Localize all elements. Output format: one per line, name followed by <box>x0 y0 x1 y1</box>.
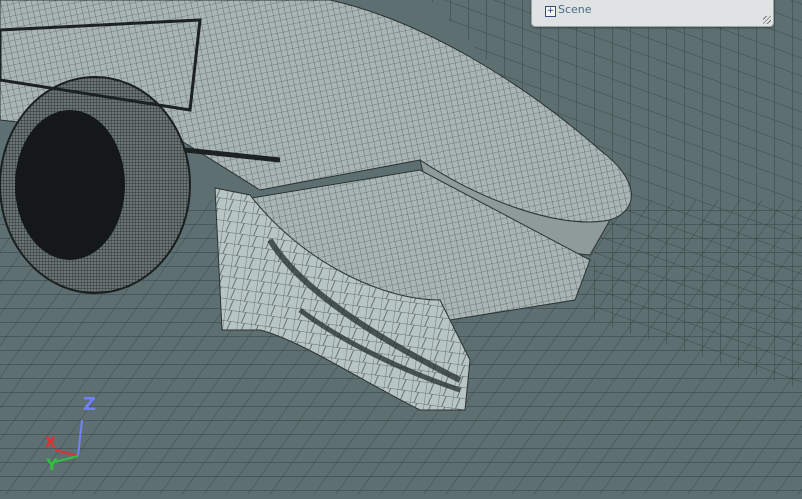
z-axis-label: Z <box>83 394 96 415</box>
wheel-rim <box>15 110 125 260</box>
expand-icon[interactable]: + <box>545 6 556 17</box>
3d-viewport[interactable]: Z X Y <box>0 0 802 495</box>
mesh-render: Z X Y <box>0 0 802 495</box>
y-axis-label: Y <box>45 455 58 474</box>
x-axis-label: X <box>45 435 56 451</box>
scene-tree-item[interactable]: Scene <box>558 3 592 16</box>
scene-panel: + Scene <box>531 0 774 27</box>
resize-grip-icon[interactable] <box>763 16 771 24</box>
